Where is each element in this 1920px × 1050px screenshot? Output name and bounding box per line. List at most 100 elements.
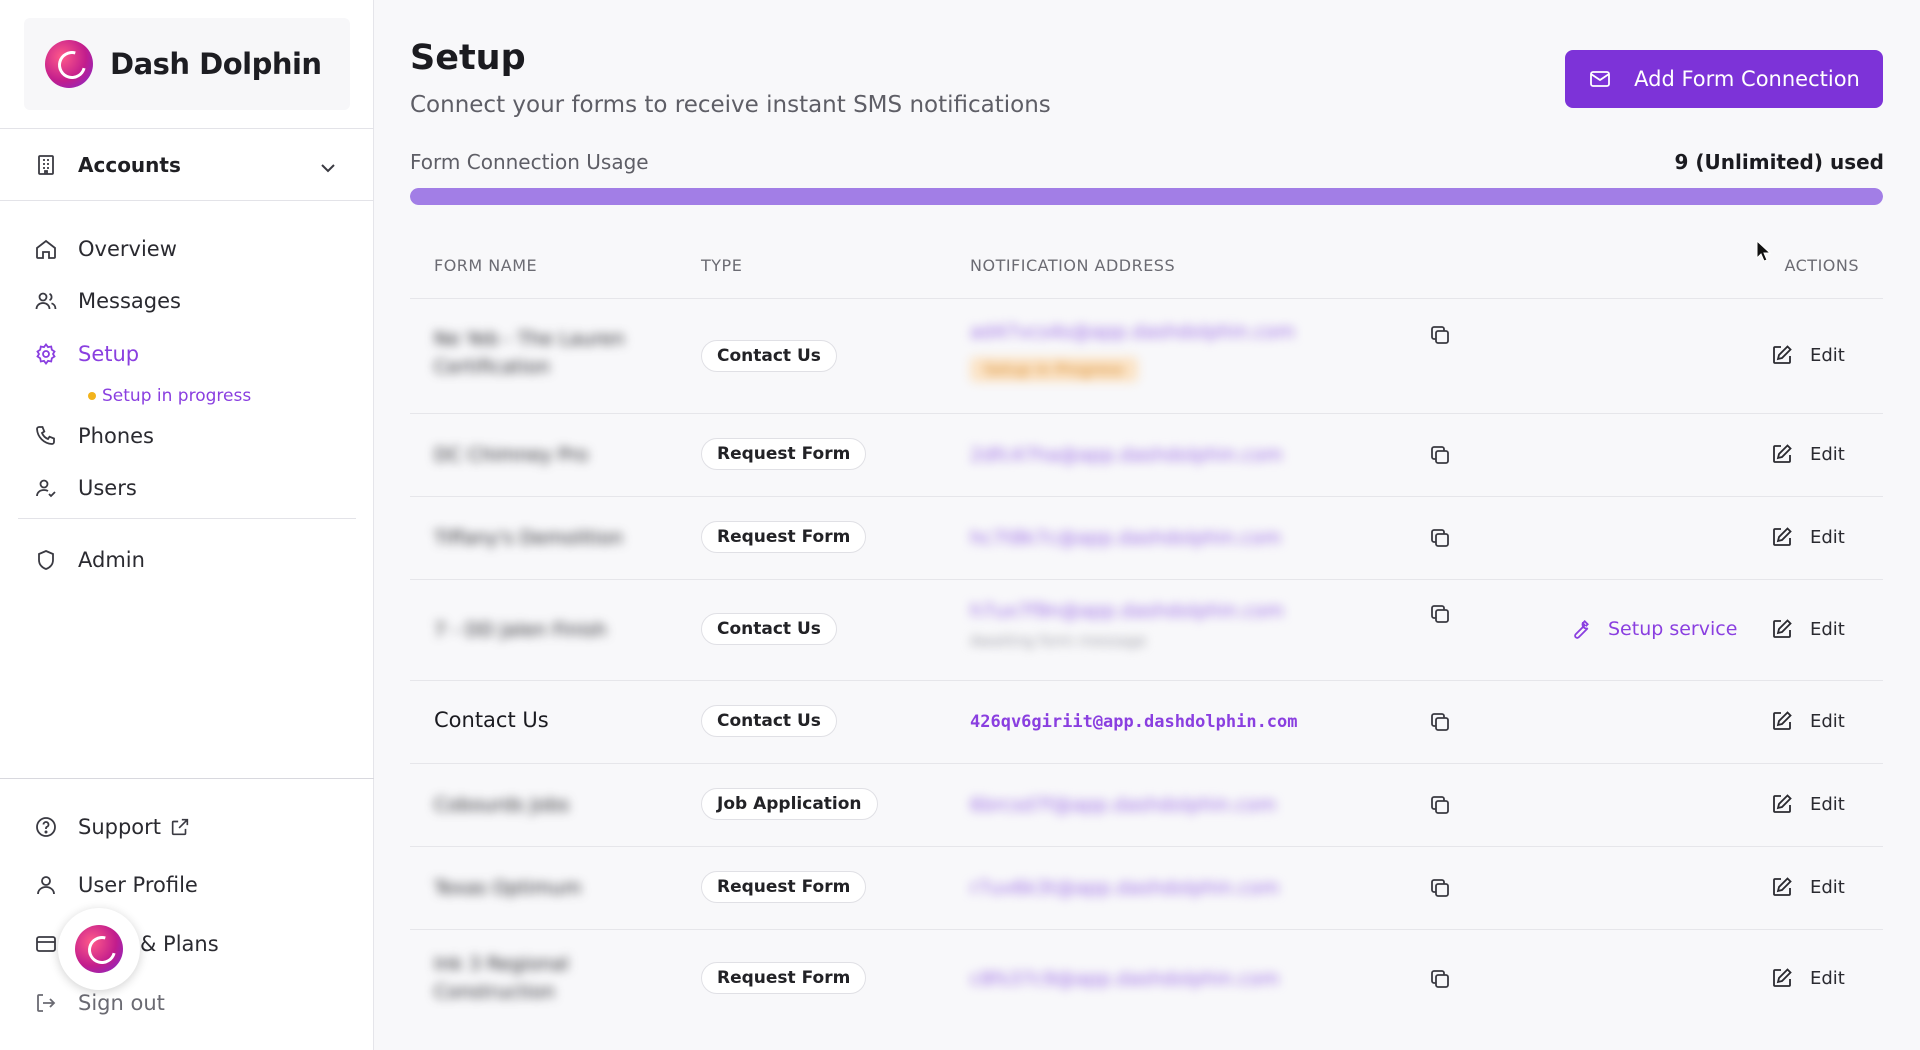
table-row: Texas Optimum Request Form r7uv6k3t@app.…: [410, 846, 1883, 929]
form-name: Ne Yeb - The Lauren Certification: [434, 328, 625, 378]
shield-icon: [34, 548, 58, 572]
divider: [0, 200, 374, 201]
phone-icon: [34, 424, 58, 448]
table-row: 7 - DD Jalen Finish Contact Us h7ux7f9n@…: [410, 579, 1883, 680]
edit-icon: [1770, 966, 1794, 990]
usage-count: 9 (Unlimited) used: [1674, 150, 1884, 174]
edit-button[interactable]: Edit: [1770, 709, 1845, 733]
sidebar-item-label: User Profile: [78, 873, 198, 897]
edit-button[interactable]: Edit: [1770, 617, 1845, 641]
table-row: Ne Yeb - The Lauren Certification Contac…: [410, 298, 1883, 413]
copy-icon[interactable]: [1428, 967, 1452, 991]
edit-icon: [1770, 442, 1794, 466]
usage-progress-bar: [410, 188, 1883, 205]
usage-label: Form Connection Usage: [410, 150, 649, 174]
copy-icon[interactable]: [1428, 526, 1452, 550]
wrench-icon: [1568, 617, 1592, 641]
table-row: Cobourds Jobs Job Application 6brcsd7f@a…: [410, 763, 1883, 846]
sidebar-item-label: Users: [78, 476, 137, 500]
sidebar-item-label: Phones: [78, 424, 154, 448]
sidebar-item-phones[interactable]: Phones: [34, 420, 154, 452]
notification-address[interactable]: h7ux7f9n@app.dashdolphin.com: [970, 600, 1284, 622]
edit-label: Edit: [1810, 344, 1845, 366]
edit-button[interactable]: Edit: [1770, 525, 1845, 549]
notification-address[interactable]: c8fs37c9@app.dashdolphin.com: [970, 968, 1279, 990]
sidebar-item-overview[interactable]: Overview: [34, 233, 177, 265]
edit-label: Edit: [1810, 618, 1845, 640]
gear-icon: [34, 342, 58, 366]
type-badge: Contact Us: [701, 340, 837, 372]
sidebar-item-admin[interactable]: Admin: [34, 544, 145, 576]
mouse-cursor-icon: [1756, 240, 1772, 262]
table-row: Contact Us Contact Us 426qv6giriit@app.d…: [410, 680, 1883, 763]
credit-card-icon: [34, 932, 58, 956]
user-icon: [34, 873, 58, 897]
accounts-selector[interactable]: Accounts: [34, 148, 340, 182]
page-subtitle: Connect your forms to receive instant SM…: [410, 92, 1051, 118]
mail-icon: [1588, 67, 1612, 91]
type-badge: Request Form: [701, 438, 867, 470]
edit-button[interactable]: Edit: [1770, 442, 1845, 466]
edit-button[interactable]: Edit: [1770, 875, 1845, 899]
edit-button[interactable]: Edit: [1770, 966, 1845, 990]
sidebar-item-users[interactable]: Users: [34, 472, 137, 504]
edit-icon: [1770, 525, 1794, 549]
type-badge: Contact Us: [701, 613, 837, 645]
sidebar-item-label: Support: [78, 815, 162, 839]
form-name: Texas Optimum: [434, 877, 582, 899]
home-icon: [34, 237, 58, 261]
floating-chat-avatar[interactable]: [58, 908, 140, 990]
copy-icon[interactable]: [1428, 793, 1452, 817]
help-circle-icon: [34, 815, 58, 839]
copy-icon[interactable]: [1428, 323, 1452, 347]
copy-icon[interactable]: [1428, 602, 1452, 626]
copy-icon[interactable]: [1428, 443, 1452, 467]
dash-dolphin-logo: [45, 40, 93, 88]
edit-label: Edit: [1810, 793, 1845, 815]
copy-icon[interactable]: [1428, 876, 1452, 900]
user-check-icon: [34, 476, 58, 500]
column-header-type: TYPE: [701, 256, 743, 275]
form-name: Ink 3 Regional Construction: [434, 953, 569, 1003]
sidebar-item-user-profile[interactable]: User Profile: [34, 869, 198, 901]
address-note: Awaiting form message: [970, 632, 1147, 650]
chevron-down-icon: [316, 156, 340, 180]
type-badge: Job Application: [701, 788, 878, 820]
sidebar-item-label: Messages: [78, 289, 181, 313]
notification-address[interactable]: 2dfc47ha@app.dashdolphin.com: [970, 444, 1283, 466]
sidebar-item-label: Setup: [78, 342, 140, 366]
notification-address[interactable]: hc7t8k7c@app.dashdolphin.com: [970, 527, 1281, 549]
sidebar-item-sign-out[interactable]: Sign out: [34, 987, 165, 1019]
table-row: Tiffany's Demolition Request Form hc7t8k…: [410, 496, 1883, 579]
setup-service-button[interactable]: Setup service: [1568, 617, 1737, 641]
add-form-connection-label: Add Form Connection: [1634, 67, 1860, 91]
edit-label: Edit: [1810, 443, 1845, 465]
add-form-connection-button[interactable]: Add Form Connection: [1565, 50, 1883, 108]
setup-status: Setup in progress: [88, 386, 251, 406]
brand-name: Dash Dolphin: [110, 47, 322, 81]
edit-icon: [1770, 617, 1794, 641]
edit-label: Edit: [1810, 876, 1845, 898]
edit-button[interactable]: Edit: [1770, 343, 1845, 367]
edit-label: Edit: [1810, 710, 1845, 732]
notification-address[interactable]: ad47vcs4s@app.dashdolphin.com: [970, 321, 1295, 343]
copy-icon[interactable]: [1428, 710, 1452, 734]
building-icon: [34, 153, 58, 177]
main-content: Setup Connect your forms to receive inst…: [410, 0, 1884, 1050]
form-name: Cobourds Jobs: [434, 794, 570, 816]
sidebar-item-support[interactable]: Support: [34, 811, 191, 843]
dash-dolphin-logo: [75, 925, 123, 973]
brand-header[interactable]: Dash Dolphin: [24, 18, 350, 110]
sidebar: Dash Dolphin Accounts Overview Messages …: [0, 0, 374, 1050]
column-header-actions: ACTIONS: [1784, 256, 1859, 275]
notification-address[interactable]: 426qv6giriit@app.dashdolphin.com: [970, 712, 1298, 732]
notification-address[interactable]: r7uv6k3t@app.dashdolphin.com: [970, 877, 1279, 899]
column-header-notification-address: NOTIFICATION ADDRESS: [970, 256, 1176, 275]
edit-icon: [1770, 709, 1794, 733]
notification-address[interactable]: 6brcsd7f@app.dashdolphin.com: [970, 794, 1276, 816]
edit-icon: [1770, 875, 1794, 899]
edit-button[interactable]: Edit: [1770, 792, 1845, 816]
sidebar-item-messages[interactable]: Messages: [34, 285, 181, 317]
sidebar-item-setup[interactable]: Setup: [34, 338, 139, 370]
sidebar-item-label: Admin: [78, 548, 145, 572]
